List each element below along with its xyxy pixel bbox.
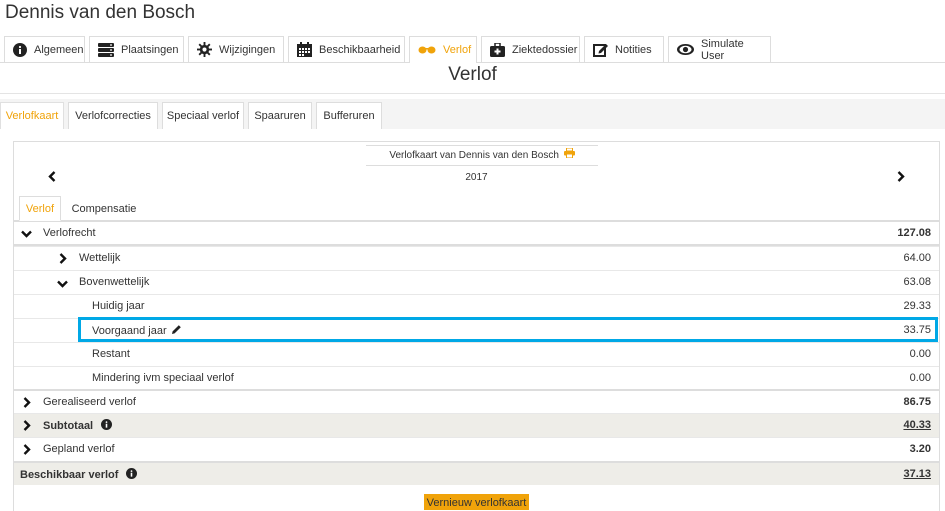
row-value[interactable]: 40.33 <box>903 419 931 431</box>
row-value: 63.08 <box>903 276 931 288</box>
subtab-speciaal-verlof[interactable]: Speciaal verlof <box>162 102 244 129</box>
row-gerealiseerd-verlof[interactable]: Gerealiseerd verlof 86.75 <box>14 389 939 413</box>
tab-plaatsingen[interactable]: Plaatsingen <box>89 36 184 62</box>
chevron-right-icon[interactable] <box>23 444 31 458</box>
year-navigation: 2017 <box>14 166 939 189</box>
header: Dennis van den Bosch <box>0 0 945 34</box>
row-verlofrecht[interactable]: Verlofrecht 127.08 <box>14 221 939 246</box>
innertab-compensatie[interactable]: Compensatie <box>66 196 142 221</box>
row-label: Restant <box>92 348 130 360</box>
tab-label: Plaatsingen <box>121 43 179 56</box>
row-mindering: Mindering ivm speciaal verlof 0.00 <box>14 366 939 390</box>
medkit-icon <box>490 42 505 57</box>
highlight-box <box>78 317 938 342</box>
row-value: 127.08 <box>897 227 931 239</box>
row-beschikbaar-verlof[interactable]: Beschikbaar verlof 37.13 <box>14 461 939 485</box>
row-value: 29.33 <box>903 300 931 312</box>
chevron-right-icon[interactable] <box>897 171 905 185</box>
row-label: Mindering ivm speciaal verlof <box>92 372 234 384</box>
chevron-down-icon[interactable] <box>57 279 68 291</box>
tab-verlof[interactable]: Verlof <box>409 36 477 63</box>
card-title-text: Verlofkaart van Dennis van den Bosch <box>389 150 559 162</box>
row-value: 0.00 <box>909 372 931 384</box>
row-label: Bovenwettelijk <box>79 276 150 288</box>
row-subtotaal[interactable]: Subtotaal 40.33 <box>14 413 939 437</box>
row-label: Verlofrecht <box>43 227 96 239</box>
tab-label: Wijzigingen <box>219 43 276 56</box>
row-value: 64.00 <box>903 252 931 264</box>
tab-label: Verlof <box>443 44 472 56</box>
tab-label: Algemeen <box>34 43 84 56</box>
calendar-icon <box>297 42 312 57</box>
subtab-verlofkaart[interactable]: Verlofkaart <box>0 102 64 129</box>
row-value: 3.20 <box>909 443 931 455</box>
main-tabs: Algemeen Plaatsingen Wijzigingen Beschik… <box>0 36 945 63</box>
info-circle-icon[interactable] <box>101 419 113 433</box>
vernieuw-verlofkaart-button[interactable]: Vernieuw verlofkaart <box>424 494 529 510</box>
tab-simulate-user[interactable]: Simulate User <box>668 36 771 62</box>
page-title: Verlof <box>448 64 497 85</box>
info-circle-icon[interactable] <box>126 468 138 482</box>
info-circle-icon <box>13 42 27 57</box>
row-wettelijk[interactable]: Wettelijk 64.00 <box>14 246 939 270</box>
chevron-down-icon[interactable] <box>21 229 32 241</box>
row-value: 86.75 <box>903 396 931 408</box>
server-icon <box>98 42 114 57</box>
tab-algemeen[interactable]: Algemeen <box>4 36 85 62</box>
row-value: 0.00 <box>909 348 931 360</box>
row-huidig-jaar: Huidig jaar 29.33 <box>14 294 939 318</box>
tab-label: Ziektedossier <box>512 43 578 56</box>
gear-icon <box>197 42 212 57</box>
page-header-title: Dennis van den Bosch <box>5 2 196 23</box>
year-label: 2017 <box>465 172 488 183</box>
row-label: Gepland verlof <box>43 443 115 455</box>
sunglasses-icon <box>418 45 436 55</box>
print-icon[interactable] <box>563 146 575 165</box>
row-value[interactable]: 37.13 <box>903 468 931 480</box>
tab-ziektedossier[interactable]: Ziektedossier <box>481 36 580 62</box>
subtab-spaaruren[interactable]: Spaaruren <box>248 102 312 129</box>
tab-label: Beschikbaarheid <box>319 43 401 56</box>
row-label: Huidig jaar <box>92 300 145 312</box>
chevron-right-icon[interactable] <box>23 420 31 434</box>
innertab-verlof[interactable]: Verlof <box>19 196 61 221</box>
edit-icon <box>593 42 608 57</box>
chevron-right-icon[interactable] <box>59 253 67 267</box>
row-label: Wettelijk <box>79 252 121 264</box>
row-label: Beschikbaar verlof <box>20 468 138 482</box>
row-label-text: Beschikbaar verlof <box>20 469 119 481</box>
eye-icon <box>677 44 694 55</box>
row-label: Gerealiseerd verlof <box>43 396 136 408</box>
chevron-right-icon[interactable] <box>23 397 31 411</box>
row-restant: Restant 0.00 <box>14 342 939 366</box>
tab-label: Notities <box>615 43 652 56</box>
tab-wijzigingen[interactable]: Wijzigingen <box>188 36 284 62</box>
subtab-verlofcorrecties[interactable]: Verlofcorrecties <box>68 102 158 129</box>
tab-notities[interactable]: Notities <box>584 36 664 62</box>
row-label-text: Subtotaal <box>43 420 94 432</box>
subtab-bufferuren[interactable]: Bufferuren <box>316 102 382 129</box>
row-bovenwettelijk[interactable]: Bovenwettelijk 63.08 <box>14 270 939 294</box>
divider <box>0 93 945 94</box>
row-gepland-verlof[interactable]: Gepland verlof 3.20 <box>14 437 939 461</box>
tab-beschikbaarheid[interactable]: Beschikbaarheid <box>288 36 405 62</box>
tab-label: Simulate User <box>701 37 744 62</box>
card-title: Verlofkaart van Dennis van den Bosch <box>366 145 598 166</box>
row-label: Subtotaal <box>43 419 113 433</box>
